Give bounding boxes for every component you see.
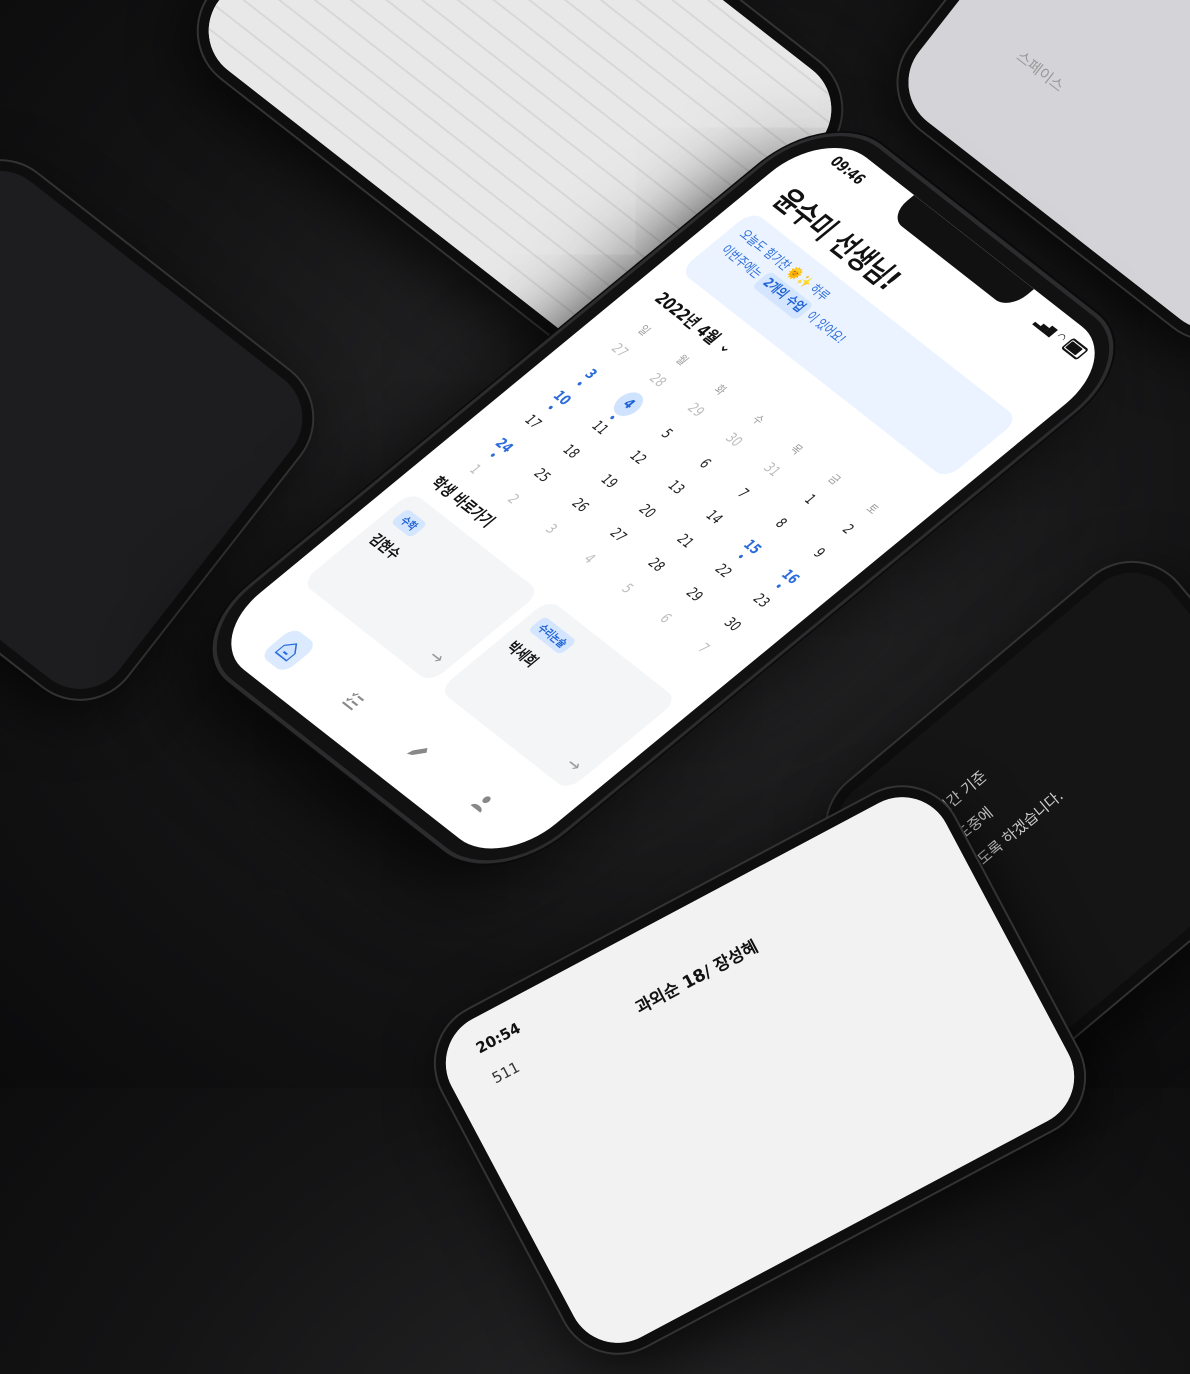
calendar-day-number: 28: [643, 555, 669, 575]
calendar-day-number: 11: [587, 418, 612, 438]
calendar-day-number: 6: [695, 456, 715, 472]
calendar-day-number: 22: [710, 561, 736, 581]
home-icon: [274, 643, 298, 662]
calendar-day-number: 8: [771, 515, 791, 532]
tab-checklist[interactable]: [325, 678, 383, 725]
calendar-day-number: 6: [655, 611, 675, 627]
tab-write[interactable]: [389, 728, 447, 775]
calendar-day-number: 29: [681, 585, 707, 605]
tab-profile[interactable]: [454, 779, 512, 826]
calendar-day-number: 17: [520, 412, 545, 432]
calendar-day-number: 26: [567, 495, 593, 516]
calendar-day-number: 7: [693, 640, 713, 657]
subject-tag: 수학: [390, 508, 428, 539]
calendar-day-number: 2: [838, 521, 858, 538]
calendar-day-number: 30: [721, 430, 746, 450]
battery-icon: [1061, 337, 1090, 360]
calendar-day-number: 13: [663, 477, 688, 498]
signal-icon: ▂▄▆: [1032, 314, 1061, 338]
student-name: 김현수: [364, 530, 405, 563]
calendar-day-number: 14: [701, 507, 726, 528]
calendar-day-number: 7: [733, 486, 753, 502]
arrow-right-icon: →: [560, 754, 588, 776]
main-phone: 09:46 ▂▄▆ ◠ 윤수미 선생님! 오늘도 힘기찬 🌞✨ 하루 이번주에는…: [184, 110, 1142, 887]
calendar-day-number: 27: [605, 525, 631, 546]
calendar-day-number: 9: [809, 545, 829, 562]
calendar-day-number: 21: [672, 531, 698, 552]
calendar-day-number: 19: [596, 471, 621, 492]
calendar-day-number: 2: [503, 491, 523, 508]
calendar-day-number: 25: [529, 465, 554, 486]
student-name: 박세희: [502, 638, 543, 671]
tab-home[interactable]: [259, 626, 318, 674]
calendar-day-number: 12: [625, 448, 650, 468]
person-icon: [470, 796, 491, 813]
calendar-day-number: 4: [608, 387, 649, 421]
status-time: 09:46: [825, 152, 870, 188]
calendar-day-number: 29: [683, 400, 708, 421]
pencil-icon: [406, 748, 428, 756]
calendar-day-number: 4: [579, 551, 599, 567]
calendar-day-number: 31: [759, 460, 784, 480]
checklist-icon: [341, 692, 365, 711]
calendar-day-number: 1: [465, 461, 485, 478]
calendar-day-number: 15: [739, 537, 765, 558]
calendar-day-number: 3: [580, 366, 601, 383]
calendar-day-number: 20: [634, 501, 659, 522]
status-icons: ▂▄▆ ◠: [1032, 314, 1090, 360]
calendar-day-number: 24: [491, 435, 517, 457]
calendar-day-number: 3: [541, 521, 561, 537]
calendar-day-number: 27: [607, 340, 632, 361]
calendar-day-number: 28: [645, 370, 670, 391]
phone-screen: 09:46 ▂▄▆ ◠ 윤수미 선생님! 오늘도 힘기찬 🌞✨ 하루 이번주에는…: [204, 126, 1122, 871]
calendar-day-number: 30: [719, 614, 745, 635]
calendar-day-number: 5: [617, 581, 637, 597]
calendar-day-number: 5: [657, 426, 677, 442]
calendar-day-number: 18: [558, 442, 583, 462]
calendar-day-number: 1: [800, 492, 820, 508]
calendar-day-number: 23: [748, 591, 774, 611]
arrow-right-icon: →: [422, 646, 450, 669]
calendar-day-number: 10: [548, 388, 575, 409]
calendar-day-number: 16: [777, 566, 803, 588]
